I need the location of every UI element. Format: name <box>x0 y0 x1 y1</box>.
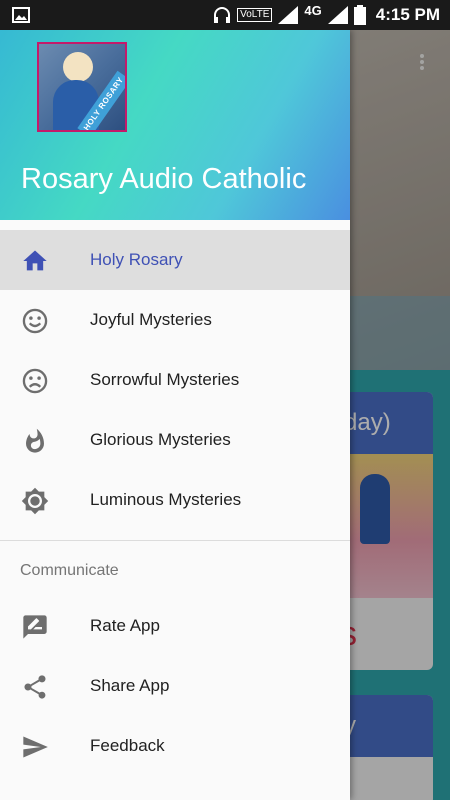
menu-item-label: Sorrowful Mysteries <box>90 370 240 389</box>
menu-item-share-app[interactable]: Share App <box>0 656 350 716</box>
status-time: 4:15 PM <box>375 5 440 24</box>
menu-item-label: Luminous Mysteries <box>90 490 242 509</box>
send-icon <box>23 736 48 758</box>
network-type: 4G <box>304 2 322 18</box>
menu-item-joyful-mysteries[interactable]: Joyful Mysteries <box>0 290 350 350</box>
menu-item-label: Joyful Mysteries <box>90 310 212 329</box>
menu-item-glorious-mysteries[interactable]: Glorious Mysteries <box>0 410 350 470</box>
app-title: Rosary Audio Catholic <box>21 163 307 195</box>
menu-item-label: Share App <box>90 676 170 695</box>
section-title-communicate: Communicate <box>20 562 119 579</box>
status-bar: VoLTE 4G 4:15 PM <box>0 0 450 30</box>
menu-item-feedback[interactable]: Feedback <box>0 716 350 776</box>
sad-face-icon <box>22 368 48 394</box>
signal-icon <box>327 6 348 24</box>
app-logo: HOLY ROSARY <box>37 42 127 132</box>
menu-item-label: Feedback <box>90 736 165 755</box>
headphones-icon <box>214 7 231 23</box>
menu-item-label: Holy Rosary <box>90 250 183 269</box>
image-icon <box>12 7 30 23</box>
menu-item-rate-app[interactable]: Rate App <box>0 596 350 656</box>
menu-item-label: Rate App <box>90 616 160 635</box>
menu-item-sorrowful-mysteries[interactable]: Sorrowful Mysteries <box>0 350 350 410</box>
battery-icon <box>353 5 366 25</box>
home-icon <box>23 250 47 271</box>
smile-icon <box>22 308 48 334</box>
rate-review-icon <box>23 615 47 639</box>
drawer-header: HOLY ROSARY Rosary Audio Catholic <box>0 30 350 220</box>
flame-icon <box>26 428 44 453</box>
menu-item-holy-rosary[interactable]: Holy Rosary <box>0 230 350 290</box>
signal-icon <box>278 6 299 24</box>
menu-item-luminous-mysteries[interactable]: Luminous Mysteries <box>0 470 350 530</box>
brightness-icon <box>21 487 49 515</box>
navigation-drawer: HOLY ROSARY Rosary Audio Catholic Holy R… <box>0 30 350 800</box>
volte-indicator: VoLTE <box>237 8 273 22</box>
menu-item-label: Glorious Mysteries <box>90 430 231 449</box>
share-icon <box>24 675 46 699</box>
